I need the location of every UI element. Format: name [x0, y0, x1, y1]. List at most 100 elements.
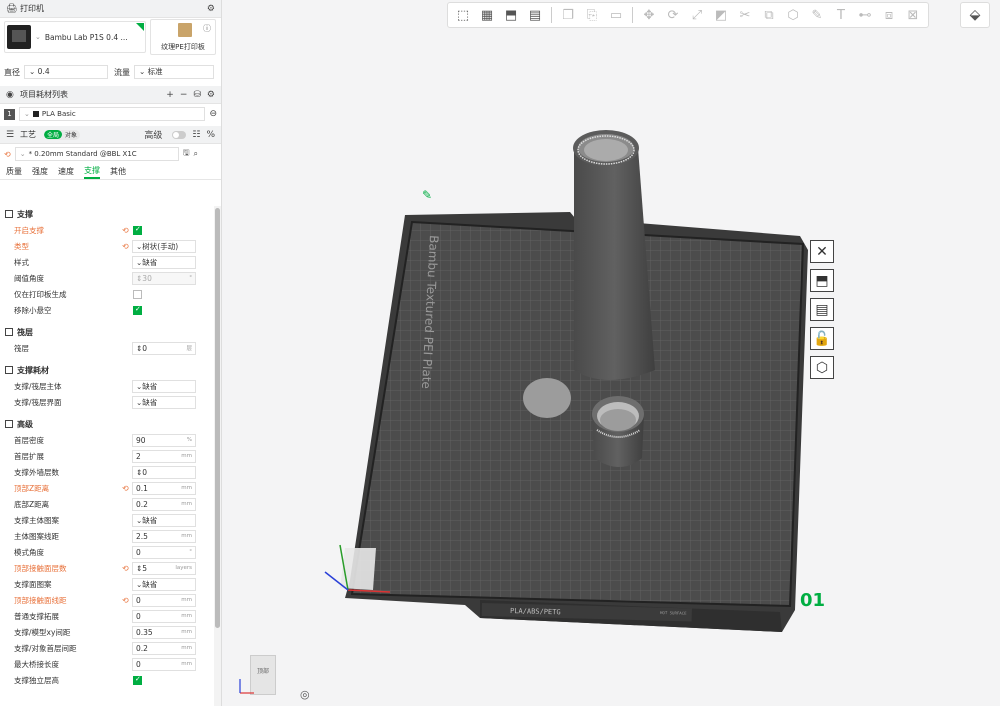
edit-pencil-icon[interactable]: ✎ — [422, 188, 432, 202]
settings-scroll-area[interactable]: 支撑 开启支撑 ⟲ 类型 ⟲ ⌄ 树状(手动) 样式 ⌄ 缺省 阈值角度 ⇕ 3… — [0, 206, 214, 706]
setting-input[interactable]: 0.2 mm — [132, 641, 196, 655]
printer-section-title: 打印机 — [20, 4, 44, 13]
rotate-icon[interactable]: ⟳ — [662, 4, 684, 26]
independent-layer-height-checkbox[interactable] — [133, 675, 142, 685]
copy-icon[interactable]: ❐ — [557, 4, 579, 26]
filament-index[interactable]: 1 — [4, 108, 15, 120]
reset-icon[interactable]: ⟲ — [122, 564, 129, 573]
printer-selector[interactable]: ⌄ Bambu Lab P1S 0.4 ... — [4, 21, 146, 53]
setting-select[interactable]: ⌄ 缺省 — [132, 513, 196, 527]
filament-select[interactable]: ⌄ PLA Basic — [19, 107, 206, 121]
setting-input[interactable]: 0.35 mm — [132, 625, 196, 639]
advanced-switch[interactable] — [172, 130, 187, 139]
tab-others[interactable]: 其他 — [110, 166, 126, 177]
plate-settings-icon[interactable]: ▤ — [810, 298, 834, 321]
setting-input[interactable]: 2 mm — [132, 449, 196, 463]
settings-icon[interactable]: ⚙ — [207, 4, 215, 14]
close-icon[interactable]: ✕ — [810, 240, 834, 263]
support-interface-filament-select[interactable]: ⌄ 缺省 — [132, 395, 196, 409]
compare-icon[interactable]: ☷ — [192, 130, 200, 140]
plate-options-icon[interactable]: ⬡ — [810, 356, 834, 379]
reset-icon[interactable]: ⟲ — [122, 596, 129, 605]
setting-input[interactable]: 2.5 mm — [132, 529, 196, 543]
reset-icon[interactable]: ⟲ — [4, 150, 11, 159]
global-toggle-option[interactable]: 全局 — [44, 130, 63, 139]
object-toggle-option[interactable]: 对象 — [62, 130, 80, 139]
support-base-filament-select[interactable]: ⌄ 缺省 — [132, 379, 196, 393]
filament-settings-icon[interactable]: ⚙ — [207, 90, 215, 100]
cut-icon[interactable]: ✂ — [734, 4, 756, 26]
global-object-toggle[interactable]: 全局 对象 — [44, 129, 81, 140]
flow-select[interactable]: ⌄ 标准 — [134, 65, 214, 79]
on-plate-only-checkbox[interactable] — [133, 289, 142, 299]
delete-icon[interactable]: ▭ — [605, 4, 627, 26]
add-plate-icon[interactable]: ▦ — [476, 4, 498, 26]
add-object-icon[interactable]: ⬚ — [452, 4, 474, 26]
plate-type-selector[interactable]: ⓘ 纹理PE打印板 — [150, 19, 216, 55]
scale-icon[interactable]: ⤢ — [686, 4, 708, 26]
search-icon[interactable]: ⌕ — [194, 149, 198, 159]
add-filament-icon[interactable]: + — [166, 90, 174, 100]
reset-icon[interactable]: ⟲ — [122, 242, 129, 251]
filament-menu-icon[interactable]: ⊖ — [209, 109, 217, 119]
diameter-label: 直径 — [4, 67, 20, 77]
tab-support[interactable]: 支撑 — [84, 165, 100, 179]
printer-section-header[interactable]: 🖨 打印机 ⚙ — [0, 0, 221, 18]
setting-input[interactable]: ⇕ 0 — [132, 465, 196, 479]
setting-input[interactable]: 0 mm — [132, 593, 196, 607]
seam-paint-icon[interactable]: ✎ — [806, 4, 828, 26]
setting-input[interactable]: 0 ° — [132, 545, 196, 559]
remove-filament-icon[interactable]: − — [180, 90, 188, 100]
arrange-icon[interactable]: ▤ — [524, 4, 546, 26]
scrollbar-thumb[interactable] — [215, 208, 220, 628]
plate-number[interactable]: 01 — [800, 590, 825, 611]
assembly-icon[interactable]: ⧈ — [878, 4, 900, 26]
diameter-select[interactable]: ⌄ 0.4 — [24, 65, 108, 79]
split-icon[interactable]: ⊠ — [902, 4, 924, 26]
process-preset-select[interactable]: ⌄ * 0.20mm Standard @BBL X1C — [14, 147, 179, 161]
lay-on-face-icon[interactable]: ◩ — [710, 4, 732, 26]
info-icon[interactable]: ⓘ — [203, 23, 211, 34]
support-type-select[interactable]: ⌄ 树状(手动) — [132, 239, 196, 253]
camera-view-icon[interactable]: ◎ — [300, 688, 314, 702]
save-preset-icon[interactable]: 🖫 — [183, 147, 190, 161]
setting-input[interactable]: 0.1 mm — [132, 481, 196, 495]
setting-input[interactable]: 90% — [132, 433, 196, 447]
threshold-angle-input[interactable]: ⇕ 30 ° — [132, 271, 196, 285]
3d-viewport[interactable]: PLA/ABS/PETG HOT SURFACE Bambu Textured … — [222, 30, 1000, 706]
lock-icon[interactable]: 🔓 — [810, 327, 834, 350]
measure-icon[interactable]: ⊷ — [854, 4, 876, 26]
reset-icon[interactable]: ⟲ — [122, 226, 129, 235]
reset-icon[interactable]: ⟲ — [122, 484, 129, 493]
view-mode-icon[interactable]: ⬙ — [960, 2, 990, 28]
process-tabs: 质量 强度 速度 支撑 其他 — [0, 164, 221, 180]
support-paint-icon[interactable]: ⬡ — [782, 4, 804, 26]
settings-scrollbar[interactable] — [214, 206, 221, 706]
tab-quality[interactable]: 质量 — [6, 166, 22, 177]
mesh-boolean-icon[interactable]: ⧉ — [758, 4, 780, 26]
percent-icon[interactable]: % — [206, 130, 215, 140]
raft-layers-input[interactable]: ⇕ 0层 — [132, 341, 196, 355]
short-cup-model[interactable] — [592, 396, 644, 467]
tab-speed[interactable]: 速度 — [58, 166, 74, 177]
remove-small-overhang-checkbox[interactable] — [133, 305, 142, 315]
setting-row: 顶部Z距离 ⟲ 0.1 mm — [0, 480, 214, 496]
enable-support-checkbox[interactable] — [133, 225, 142, 235]
auto-arrange-plate-icon[interactable]: ⬒ — [810, 269, 834, 292]
tall-tube-model[interactable] — [573, 130, 655, 380]
setting-select[interactable]: ⌄ 缺省 — [132, 577, 196, 591]
setting-input[interactable]: 0 mm — [132, 657, 196, 671]
text-icon[interactable]: T — [830, 4, 852, 26]
tab-strength[interactable]: 强度 — [32, 166, 48, 177]
disc-model[interactable] — [523, 378, 571, 418]
auto-orient-icon[interactable]: ⬒ — [500, 4, 522, 26]
build-plate[interactable]: PLA/ABS/PETG HOT SURFACE Bambu Textured … — [324, 212, 808, 632]
setting-input[interactable]: 0.2 mm — [132, 497, 196, 511]
setting-input[interactable]: ⇕ 5 layers — [132, 561, 196, 575]
paste-icon[interactable]: ⎘ — [581, 4, 603, 26]
sync-filament-icon[interactable]: ⛁ — [193, 90, 201, 100]
move-icon[interactable]: ✥ — [638, 4, 660, 26]
view-navigation-cube[interactable]: 顶部 — [239, 655, 276, 695]
support-style-select[interactable]: ⌄ 缺省 — [132, 255, 196, 269]
setting-input[interactable]: 0 mm — [132, 609, 196, 623]
